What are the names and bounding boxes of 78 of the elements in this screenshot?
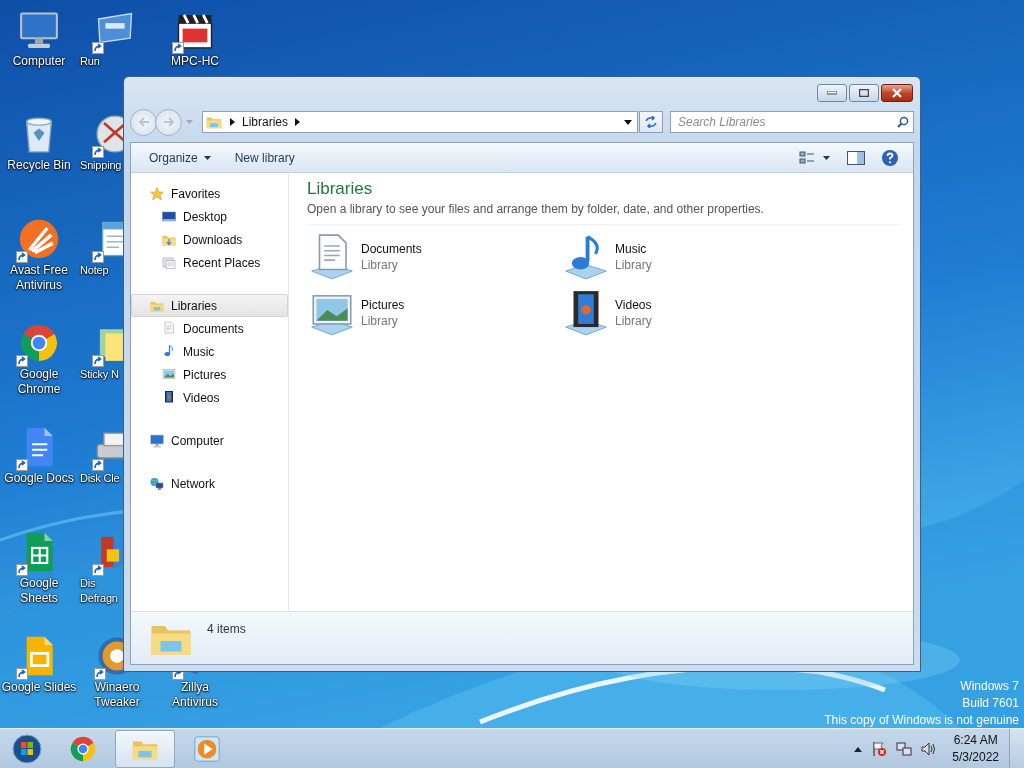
nav-item[interactable]: Computer (131, 429, 288, 452)
desktop-icon (161, 208, 177, 225)
nav-item[interactable]: Network (131, 472, 288, 495)
network-icon[interactable] (896, 741, 913, 757)
system-notice-text: This copy of Windows is not genuine (824, 712, 1019, 729)
address-bar[interactable]: Libraries (202, 111, 638, 133)
desktop-icon-label[interactable]: Snipping (80, 158, 124, 174)
recent-places-icon (161, 254, 177, 271)
help-icon (881, 148, 899, 167)
chevron-icon[interactable] (230, 118, 235, 126)
nav-item[interactable]: Pictures (131, 363, 288, 386)
library-type: Library (615, 258, 652, 272)
refresh-arrows-icon (644, 116, 658, 128)
library-type: Library (361, 258, 399, 272)
desktop-icon-label[interactable]: Sticky N (80, 367, 124, 382)
maximize-button[interactable] (849, 84, 879, 102)
library-name: Music (615, 242, 648, 256)
play-icon (192, 734, 222, 764)
desktop-icon-label[interactable]: Run (80, 54, 124, 69)
library-name: Videos (615, 298, 652, 312)
date-text: 5/3/2022 (952, 749, 999, 766)
nav-item[interactable]: Desktop (131, 205, 288, 228)
nav-item[interactable]: Favorites (131, 182, 288, 205)
desktop-icon-label[interactable]: Google Chrome (1, 367, 77, 397)
nav-item[interactable]: Music (131, 340, 288, 363)
desktop-icon-label[interactable]: Avast Free Antivirus (1, 262, 77, 293)
close-icon (891, 88, 903, 98)
library-tile[interactable]: Music Library (561, 231, 815, 283)
library-type: Library (361, 314, 399, 328)
speaker-icon[interactable] (921, 741, 938, 757)
refresh-button[interactable] (639, 111, 663, 133)
library-heading: Libraries (307, 179, 374, 199)
time-text: 6:24 AM (953, 732, 998, 749)
desktop-icon-label[interactable]: Google Docs (1, 471, 77, 487)
toolbar-button[interactable]: Organize (139, 146, 221, 169)
desktop-icon-label[interactable]: MPC-HC (157, 54, 233, 69)
network-globe-icon (149, 475, 165, 492)
breadcrumb[interactable]: Libraries (242, 115, 289, 129)
close-button[interactable] (881, 84, 913, 102)
nav-item[interactable]: Libraries (131, 294, 288, 317)
nav-item[interactable]: Documents (131, 317, 288, 340)
view-list-icon (799, 150, 831, 165)
nav-item[interactable]: Recent Places (131, 251, 288, 274)
dropdown-arrow-icon (203, 155, 211, 160)
library-name: Documents (361, 242, 422, 256)
desktop-icon-label[interactable]: Computer (1, 54, 77, 69)
show-hidden-icons-icon[interactable] (854, 746, 863, 752)
system-notice-text: Build 7601 (962, 695, 1019, 712)
item-count: 4 items (207, 622, 246, 636)
flag-with-x-icon[interactable] (871, 741, 888, 757)
search-icon (897, 116, 909, 128)
library-description: Open a library to see your files and arrange them by folder, date, and other properties. (307, 202, 901, 225)
clock[interactable]: 6:24 AM 5/3/2022 (952, 732, 999, 766)
library-name: Pictures (361, 298, 405, 312)
toolbar-button[interactable]: New library (224, 146, 305, 169)
chevron-icon[interactable] (295, 118, 301, 126)
computer-icon (149, 432, 165, 449)
library-tile[interactable]: Documents Library (307, 231, 561, 283)
back-arrow-icon (137, 117, 150, 127)
star-icon (149, 185, 165, 202)
maximize-icon (859, 89, 869, 97)
library-tile[interactable]: Videos Library (561, 287, 815, 339)
dropdown-arrow-icon[interactable] (624, 119, 632, 125)
nav-item[interactable]: Downloads (131, 228, 288, 251)
desktop-icon-label[interactable]: Disk Cle (80, 471, 124, 487)
desktop-icon-label[interactable]: Notep (80, 262, 124, 278)
minimize-icon (827, 91, 837, 95)
nav-item[interactable]: Videos (131, 386, 288, 409)
preview-pane-icon (847, 150, 865, 165)
library-type: Library (615, 314, 652, 328)
search-field[interactable]: Search Libraries (670, 111, 914, 133)
windows-orb-icon (12, 734, 42, 764)
system-notice-text: Windows 7 (960, 678, 1019, 695)
forward-arrow-icon (162, 117, 175, 127)
library-tile[interactable]: Pictures Library (307, 287, 561, 339)
document-icon (161, 320, 177, 337)
desktop-icon-label[interactable]: Recycle Bin (1, 158, 77, 174)
browser-logo-icon (68, 734, 98, 764)
